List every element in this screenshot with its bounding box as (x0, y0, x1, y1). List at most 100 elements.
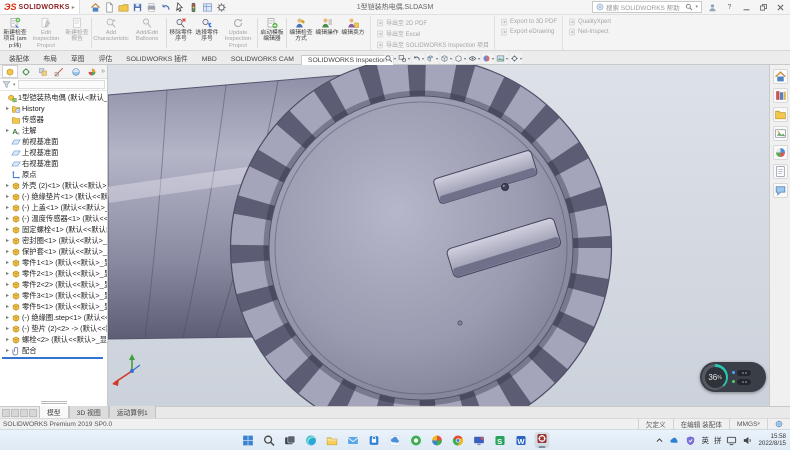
tree-item[interactable]: ▸零件5<1> (默认<<默认>_显示状态 (0, 301, 107, 312)
solidworks-resources-icon[interactable] (773, 69, 788, 84)
tree-item[interactable]: 前视基准面 (0, 136, 107, 147)
taskbar-clock[interactable]: 15:58 2022/8/15 (758, 433, 786, 447)
tree-item[interactable]: 1型铠装热电偶 (默认<默认_显示状态-1> (0, 92, 107, 103)
taskbar-app-task-view[interactable] (283, 432, 298, 448)
layout-grid-icon[interactable] (202, 2, 213, 13)
3d-model-view[interactable] (108, 65, 769, 406)
tree-item[interactable]: ▸零件2<1> (默认<<默认>_显示状 (0, 268, 107, 279)
taskbar-app-remote-desktop[interactable] (472, 432, 487, 448)
tree-expander-icon[interactable]: ▸ (4, 248, 11, 255)
ribbon-button-edit-vendors[interactable]: 编辑卖方 (340, 16, 366, 50)
logo-expand-icon[interactable]: ▸ (72, 4, 75, 11)
tree-item[interactable]: ▸(-) 绝缘圈.step<1> (默认<<默认> (0, 312, 107, 323)
filter-dropdown-icon[interactable]: ▾ (13, 82, 16, 88)
tree-item[interactable]: ▸零件2<2> (默认<<默认>_显示状 (0, 279, 107, 290)
taskbar-app-file-explorer[interactable] (325, 432, 340, 448)
rollback-bar[interactable] (2, 357, 103, 359)
command-tab-评估[interactable]: 评估 (92, 51, 120, 64)
tree-item[interactable]: ▸螺栓<2> (默认<<默认>_显示状态 (0, 334, 107, 345)
tree-item[interactable]: 原点 (0, 169, 107, 180)
tree-item[interactable]: ▸配合 (0, 345, 107, 356)
tree-expander-icon[interactable]: ▸ (4, 336, 11, 343)
status-globe[interactable] (767, 419, 790, 429)
tree-item[interactable]: ▸保护套<1> (默认<<默认>_显示状 (0, 246, 107, 257)
tree-filter-input[interactable] (18, 80, 105, 89)
recorder-button-1[interactable] (732, 370, 751, 376)
tree-expander-icon[interactable]: ▸ (4, 303, 11, 310)
ribbon-button-launch-template-editor[interactable]: 启动模板编辑器 (259, 16, 285, 50)
command-tab-SOLIDWORKS Inspection[interactable]: SOLIDWORKS Inspection (301, 55, 394, 65)
recorder-button-2[interactable] (732, 379, 751, 385)
help-search-box[interactable]: 搜索 SOLIDWORKS 帮助 ▾ (592, 1, 702, 13)
headsup-zoom-fit-button[interactable] (384, 53, 396, 64)
tree-expander-icon[interactable]: ▸ (4, 325, 11, 332)
tree-item[interactable]: ▸零件3<1> (默认<<默认>_显示状态 (0, 290, 107, 301)
tree-expander-icon[interactable]: ▸ (4, 237, 11, 244)
solidworks-logo[interactable]: ЭS SOLIDWORKS ▸ (0, 0, 80, 14)
taskbar-app-mail[interactable] (346, 432, 361, 448)
minimize-button[interactable] (740, 2, 753, 13)
undo-icon[interactable] (160, 2, 171, 13)
open-icon[interactable] (118, 2, 129, 13)
tree-expander-icon[interactable]: ▸ (4, 226, 11, 233)
headsup-display-style-button[interactable] (454, 53, 466, 64)
save-icon[interactable] (132, 2, 143, 13)
tree-expander-icon[interactable]: ▸ (4, 182, 11, 189)
ribbon-button-edit-inspection-methods[interactable]: 编辑检查方式 (288, 16, 314, 50)
taskbar-app-search[interactable] (262, 432, 277, 448)
command-tab-草图[interactable]: 草图 (64, 51, 92, 64)
view-tab-模型[interactable]: 模型 (39, 405, 69, 418)
design-library-icon[interactable] (773, 88, 788, 103)
select-cursor-icon[interactable] (174, 2, 185, 13)
view-palette-icon[interactable] (773, 126, 788, 141)
taskbar-app-browser-green[interactable] (409, 432, 424, 448)
view-tab-运动算例1[interactable]: 运动算例1 (109, 405, 156, 418)
new-document-icon[interactable] (104, 2, 115, 13)
print-icon[interactable] (146, 2, 157, 13)
tree-expander-icon[interactable]: ▸ (4, 105, 11, 112)
file-explorer-icon[interactable] (773, 107, 788, 122)
custom-properties-icon[interactable] (773, 164, 788, 179)
tree-item[interactable]: ▸History (0, 103, 107, 114)
taskbar-app-store[interactable] (367, 432, 382, 448)
taskbar-app-word[interactable]: W (514, 432, 529, 448)
fm-tabs-overflow-icon[interactable]: » (101, 68, 105, 75)
units-dropdown-icon[interactable]: ▾ (757, 421, 760, 427)
close-button[interactable] (774, 2, 787, 13)
fm-tab-displaymanager[interactable] (68, 65, 84, 78)
block-hole[interactable] (501, 183, 508, 190)
search-dropdown-icon[interactable]: ▾ (695, 4, 698, 10)
tree-item[interactable]: 上视基准面 (0, 147, 107, 158)
tree-expander-icon[interactable]: ▸ (4, 259, 11, 266)
graphics-area[interactable] (108, 65, 769, 406)
taskbar-app-solidworks[interactable] (535, 432, 550, 448)
headsup-previous-view-button[interactable] (412, 53, 424, 64)
tree-expander-icon[interactable]: ▸ (4, 215, 11, 222)
taskbar-app-wps[interactable]: S (493, 432, 508, 448)
fm-tab-featuremanager-design-tree[interactable] (2, 65, 18, 78)
taskbar-app-chrome[interactable] (451, 432, 466, 448)
tree-expander-icon[interactable]: ▸ (4, 127, 11, 134)
solidworks-forum-icon[interactable] (773, 183, 788, 198)
appearances-scenes-icon[interactable] (773, 145, 788, 160)
view-tab-3D 视图[interactable]: 3D 视图 (69, 405, 109, 418)
tree-item[interactable]: ▸(-) 上盖<1> (默认<<默认>_显示状 (0, 202, 107, 213)
tree-item[interactable]: ▸零件1<1> (默认<<默认>_显示状 (0, 257, 107, 268)
ribbon-button-select-balloons[interactable]: 选择零件序号 (194, 16, 220, 50)
restore-button[interactable] (757, 2, 770, 13)
taskbar-app-start[interactable] (241, 432, 256, 448)
tree-expander-icon[interactable]: ▸ (4, 347, 11, 354)
ribbon-button-new-inspection-project[interactable]: 新建检查项目 (amp:纬) (2, 16, 28, 50)
tree-item[interactable]: ▸Aa注解 (0, 125, 107, 136)
tree-item[interactable]: 右视基准面 (0, 158, 107, 169)
help-button[interactable]: ? (723, 2, 736, 13)
traffic-light-icon[interactable] (188, 2, 199, 13)
login-user-icon[interactable] (706, 2, 719, 13)
command-tab-布局[interactable]: 布局 (36, 51, 64, 64)
headsup-view-settings-button[interactable] (510, 53, 522, 64)
recorder-gauge[interactable]: 36% (702, 364, 728, 390)
search-icon[interactable] (685, 3, 693, 11)
headsup-apply-scene-button[interactable] (496, 53, 508, 64)
taskbar-app-browser-pinwheel[interactable] (430, 432, 445, 448)
tree-item[interactable]: ▸(-) 垫片 (2)<2> -> (默认<<默认> (0, 323, 107, 334)
